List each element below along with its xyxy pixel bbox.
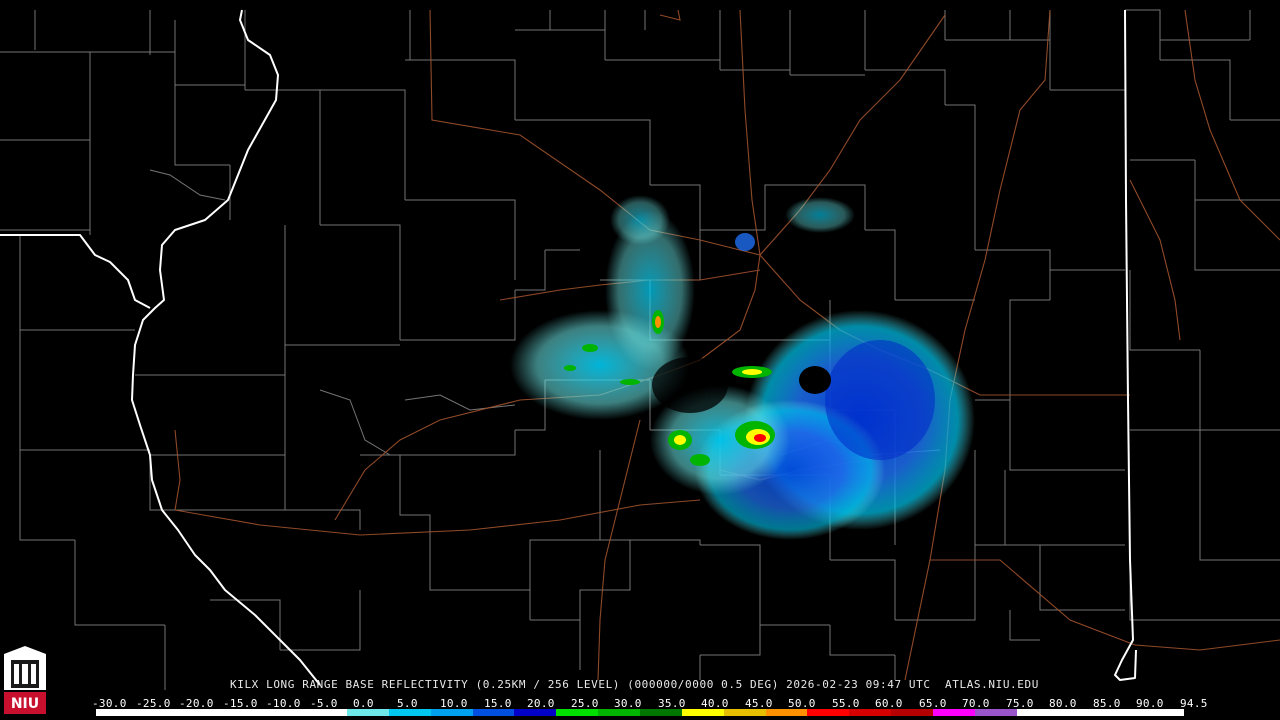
colorbar-segment (472, 709, 515, 716)
colorbar-segment (681, 709, 724, 716)
colorbar-segment (849, 709, 892, 716)
colorbar-segment (723, 709, 766, 716)
colorbar-segment (1142, 709, 1184, 716)
colorbar-segment (388, 709, 431, 716)
colorbar-segment (347, 709, 389, 716)
colorbar-segment (1058, 709, 1101, 716)
colorbar-segment (556, 709, 599, 716)
colorbar-tick-label: 94.5 (1180, 697, 1208, 710)
colorbar-segment (598, 709, 640, 716)
colorbar-segment (807, 709, 850, 716)
radar-map (0, 9, 1280, 690)
colorbar-segment (430, 709, 473, 716)
colorbar-segment (137, 709, 180, 716)
colorbar-segment (891, 709, 933, 716)
colorbar-segment (221, 709, 264, 716)
colorbar-segment (932, 709, 975, 716)
colorbar-segment (514, 709, 557, 716)
radar-reflectivity (510, 195, 975, 540)
colorbar-segment (639, 709, 682, 716)
niu-logo: NIU (4, 646, 46, 714)
colorbar-segment (263, 709, 306, 716)
colorbar-segment (305, 709, 348, 716)
colorbar-segment (974, 709, 1017, 716)
colorbar-segment (96, 709, 138, 716)
colorbar-segment (179, 709, 222, 716)
product-caption: KILX LONG RANGE BASE REFLECTIVITY (0.25K… (230, 678, 1039, 691)
colorbar-segment (1100, 709, 1143, 716)
niu-logo-text: NIU (11, 696, 39, 712)
colorbar-segment (765, 709, 808, 716)
reflectivity-colorbar (96, 709, 1184, 716)
colorbar-segment (1016, 709, 1059, 716)
